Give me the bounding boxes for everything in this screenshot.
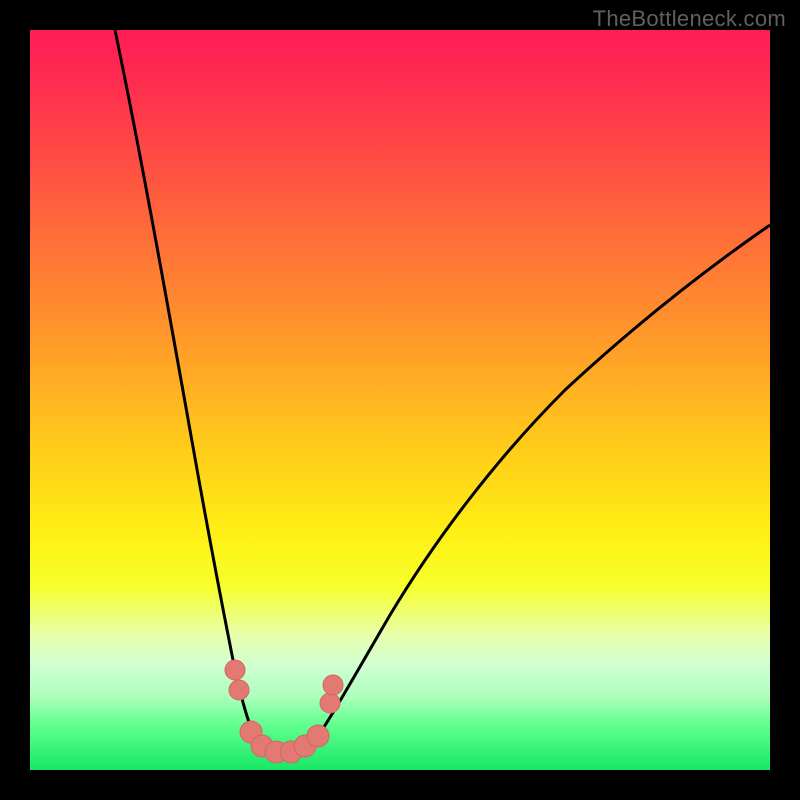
watermark-text: TheBottleneck.com [593, 6, 786, 32]
marker [320, 693, 340, 713]
curve-left-branch [115, 30, 260, 748]
marker [225, 660, 245, 680]
marker [323, 675, 343, 695]
chart-frame: TheBottleneck.com [0, 0, 800, 800]
marker [229, 680, 249, 700]
marker [307, 725, 329, 747]
curve-layer [30, 30, 770, 770]
plot-area [30, 30, 770, 770]
curve-right-branch [310, 225, 770, 748]
marker-group [225, 660, 343, 763]
